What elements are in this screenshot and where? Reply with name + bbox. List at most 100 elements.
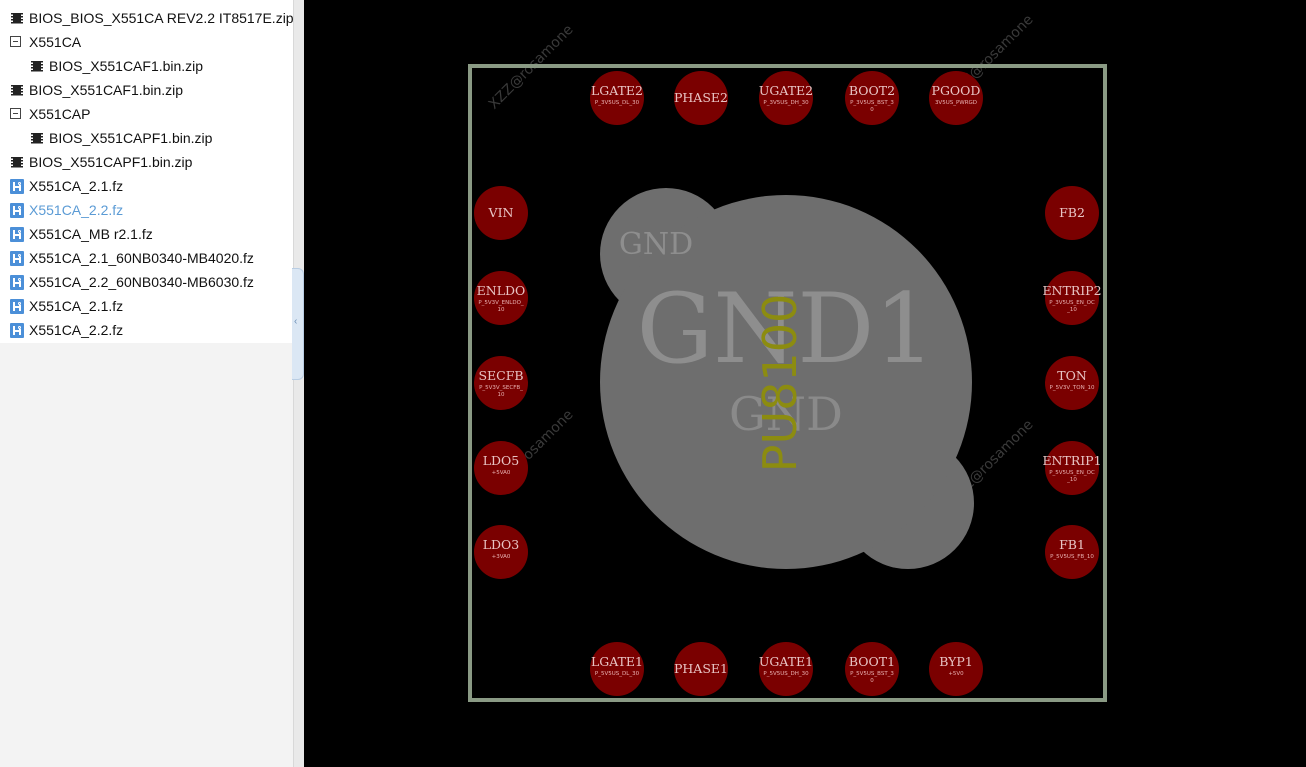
pad-name-label: LDO3 [483,537,520,552]
tree-item[interactable]: X551CA_MB r2.1.fz [0,222,293,246]
pad-bottom [759,642,813,696]
pad-name-label: PHASE2 [674,90,728,105]
pad-name-label: UGATE1 [759,654,813,669]
pad-net-label: _10 [1066,307,1077,313]
tree-item-label: X551CAP [29,106,91,122]
pad-top [759,71,813,125]
pad-name-label: PGOOD [932,83,981,98]
tree-item[interactable]: X551CA_2.2.fz [0,318,293,342]
pad-name-label: PHASE1 [674,661,728,676]
tree-item[interactable]: X551CA_2.1.fz [0,174,293,198]
tree-item[interactable]: BIOS_X551CAPF1.bin.zip [0,126,293,150]
pad-net-label: P_5V3V_ENLDO_ [478,300,524,306]
pad-name-label: FB1 [1059,537,1085,552]
pad-right [1045,525,1099,579]
tree-item-label: X551CA_MB r2.1.fz [29,226,153,242]
collapse-panel-handle[interactable]: ‹ [292,268,304,380]
chip-icon [11,157,23,168]
chip-icon [11,13,23,24]
tree-item[interactable]: X551CA_2.1.fz [0,294,293,318]
pad-net-label: P_5V5US_DL_30 [595,671,640,677]
boardview-file-icon [10,275,24,290]
pad-net-label: _10 [1066,477,1077,483]
pad-top [929,71,983,125]
pad-net-label: P_3V5US_DL_30 [595,100,640,106]
collapse-icon[interactable] [10,108,21,119]
chip-icon [11,85,23,96]
tree-item-label: X551CA_2.1.fz [29,298,124,314]
pad-net-label: 0 [870,107,874,113]
pad-net-label: 0 [870,678,874,684]
pad-right [1045,356,1099,410]
pad-net-label: P_5V3V_TON_10 [1050,385,1095,391]
tree-item[interactable]: BIOS_X551CAF1.bin.zip [0,54,293,78]
collapse-icon[interactable] [10,36,21,47]
pad-net-label: +5VA0 [492,470,511,476]
pad-net-label: P_5V5US_DH_30 [763,671,809,677]
pad-name-label: BYP1 [939,654,973,669]
tree-item-label: BIOS_BIOS_X551CA REV2.2 IT8517E.zip [29,10,293,26]
pad-net-label: P_3V5US_DH_30 [763,100,809,106]
pad-left [474,525,528,579]
tree-item-label: BIOS_X551CAF1.bin.zip [49,58,204,74]
pad-name-label: LGATE2 [591,83,643,98]
pad-net-label: 10 [498,307,505,313]
tree-item-label: X551CA_2.1.fz [29,178,124,194]
pad-net-label: P_5V5US_BST_3 [850,671,894,677]
pad-net-label: 3V5US_PWRGD [935,100,977,106]
pad-name-label: ENTRIP1 [1042,453,1101,468]
component-ref-label: PU8100 [753,294,807,472]
pad-net-label: P_3V5US_BST_3 [850,100,894,106]
tree-item[interactable]: BIOS_X551CAF1.bin.zip [0,78,293,102]
tree-item[interactable]: BIOS_X551CAPF1.bin.zip [0,150,293,174]
tree-item-label: X551CA_2.1_60NB0340-MB4020.fz [29,250,254,266]
tree-item[interactable]: X551CA_2.2.fz [0,198,293,222]
pad-right [1045,271,1099,325]
pad-name-label: VIN [488,205,514,220]
pad-net-label: P_5V5US_EN_OC [1049,470,1095,476]
pad-right [1045,441,1099,495]
tree-item-label: BIOS_X551CAF1.bin.zip [29,82,184,98]
pad-net-label: P_3V5US_EN_OC [1049,300,1095,306]
gnd-lobe-label: GND [619,227,693,262]
pad-left [474,271,528,325]
pad-bottom [590,642,644,696]
tree-item[interactable]: X551CA_2.1_60NB0340-MB4020.fz [0,246,293,270]
tree-item-label: X551CA_2.2_60NB0340-MB6030.fz [29,274,254,290]
pad-name-label: FB2 [1059,205,1085,220]
tree-item[interactable]: BIOS_BIOS_X551CA REV2.2 IT8517E.zip [0,6,293,30]
tree-item-label: X551CA_2.2.fz [29,322,124,338]
tree-item[interactable]: X551CA_2.2_60NB0340-MB6030.fz [0,270,293,294]
tree-item-label: X551CA_2.2.fz [29,202,124,218]
chip-icon [31,133,43,144]
boardview-file-icon [10,251,24,266]
pad-net-label: +5V0 [948,671,964,677]
pad-name-label: LDO5 [483,453,520,468]
pad-name-label: LGATE1 [591,654,643,669]
pad-bottom [845,642,899,696]
pad-net-label: 10 [498,392,505,398]
tree-item-label: BIOS_X551CAPF1.bin.zip [29,154,193,170]
board-view-canvas[interactable]: XZZ@rosamone XZZ@rosamone XZZ@rosamone XZZ@… [304,0,1306,767]
pad-left [474,441,528,495]
file-tree-panel: BIOS_BIOS_X551CA REV2.2 IT8517E.zip X551C… [0,0,293,767]
board-view-svg[interactable]: XZZ@rosamone XZZ@rosamoneXZZ@rosamone XZZ@… [304,0,1306,767]
tree-item-label: X551CA [29,34,82,50]
pad-net-label: P_5V5US_FB_10 [1050,554,1094,560]
boardview-file-icon [10,227,24,242]
boardview-file-icon [10,203,24,218]
pad-name-label: BOOT1 [849,654,895,669]
pad-name-label: SECFB [478,368,523,383]
pad-net-label: P_5V3V_SECFB_ [479,385,523,391]
pad-left [474,356,528,410]
pad-name-label: ENLDO [477,283,526,298]
pad-top [845,71,899,125]
pad-name-label: BOOT2 [849,83,895,98]
pad-bottom [929,642,983,696]
tree-item[interactable]: X551CA [0,30,293,54]
boardview-file-icon [10,179,24,194]
pad-top [590,71,644,125]
file-tree: BIOS_BIOS_X551CA REV2.2 IT8517E.zip X551C… [0,0,293,343]
tree-item[interactable]: X551CAP [0,102,293,126]
tree-item-label: BIOS_X551CAPF1.bin.zip [49,130,213,146]
